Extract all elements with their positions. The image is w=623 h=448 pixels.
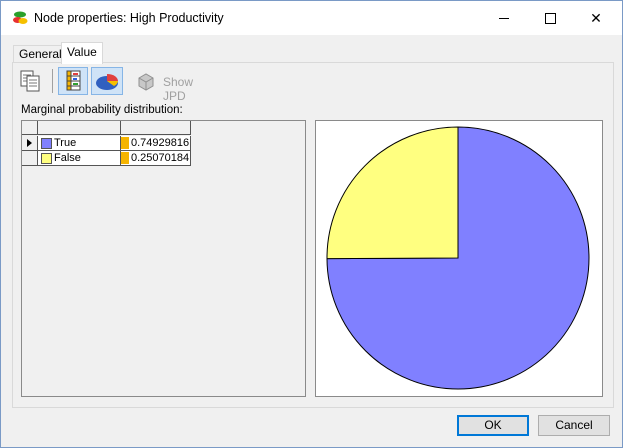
table-row[interactable]: True 0.74929816 (22, 136, 305, 151)
state-value: 0.74929816 (131, 137, 190, 149)
pie-chart-icon (96, 74, 118, 90)
tab-value[interactable]: Value (61, 42, 103, 64)
value-panel: Show JPD Marginal probability distributi… (12, 62, 614, 408)
maximize-button[interactable] (527, 1, 573, 35)
row-header[interactable] (22, 136, 38, 151)
grid-header-value (121, 121, 191, 135)
pie-chart (326, 126, 590, 390)
table-view-icon (66, 70, 81, 91)
minimize-icon (499, 17, 509, 19)
minimize-button[interactable] (481, 1, 527, 35)
state-name-cell[interactable]: True (38, 136, 121, 151)
state-value: 0.25070184 (131, 152, 190, 164)
marginal-distribution-label: Marginal probability distribution: (21, 104, 183, 116)
table-view-button[interactable] (58, 67, 88, 95)
node-properties-dialog: Node properties: High Productivity ✕ Gen… (0, 0, 623, 448)
toolbar-separator (52, 69, 53, 93)
window-title: Node properties: High Productivity (34, 11, 224, 25)
current-row-arrow-icon (27, 139, 32, 147)
cancel-button[interactable]: Cancel (538, 415, 610, 436)
state-name: True (54, 137, 77, 149)
probability-grid: True 0.74929816 False 0.25070184 (21, 120, 306, 397)
table-row[interactable]: False 0.25070184 (22, 151, 305, 166)
state-color-swatch (41, 138, 52, 149)
close-button[interactable]: ✕ (573, 1, 619, 35)
pie-chart-panel (315, 120, 603, 397)
grid-corner-cell (22, 121, 38, 135)
state-color-swatch (41, 153, 52, 164)
state-value-cell[interactable]: 0.25070184 (121, 151, 191, 166)
probability-bar (121, 137, 129, 149)
show-jpd-icon[interactable] (136, 70, 156, 92)
title-bar: Node properties: High Productivity ✕ (1, 1, 622, 35)
state-name-cell[interactable]: False (38, 151, 121, 166)
pie-view-button[interactable] (91, 67, 123, 95)
state-value-cell[interactable]: 0.74929816 (121, 136, 191, 151)
close-icon: ✕ (590, 9, 602, 26)
ok-button[interactable]: OK (457, 415, 529, 436)
grid-header (22, 121, 305, 135)
pie-slice-false (326, 126, 459, 260)
app-logo-icon (13, 11, 28, 24)
state-name: False (54, 152, 81, 164)
maximize-icon (544, 12, 556, 24)
tab-general[interactable]: General (13, 45, 68, 62)
copy-icon[interactable] (18, 68, 44, 94)
grid-header-name (38, 121, 121, 135)
row-header[interactable] (22, 151, 38, 166)
probability-bar (121, 152, 129, 164)
show-jpd-label[interactable]: Show JPD (163, 75, 193, 103)
